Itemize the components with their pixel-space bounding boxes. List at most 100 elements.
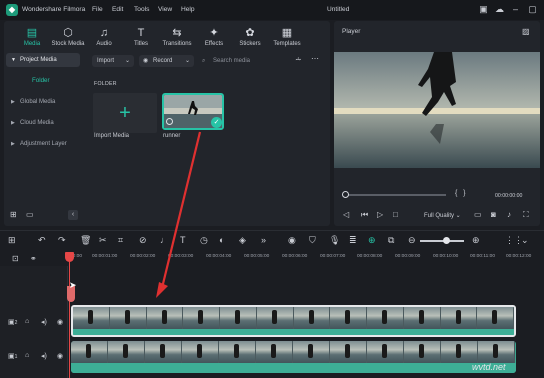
split-icon[interactable]: ✂ [99,235,107,246]
maximize-icon[interactable]: ▢ [527,4,538,15]
eye-icon[interactable]: ◉ [57,318,63,326]
shield-icon[interactable]: ⛉ [309,235,316,246]
link-icon[interactable]: ⚭ [30,254,37,263]
chevron-down-icon[interactable]: ⌄ [521,235,529,246]
tab-titles[interactable]: T Titles [121,27,161,53]
speaker-icon[interactable]: ◂) [41,352,47,360]
runner-clip-track-2[interactable] [71,305,516,337]
add-track-icon[interactable]: ⊡ [12,254,19,263]
preview-frame [334,52,540,168]
player-scrubber[interactable] [342,191,349,198]
render-icon[interactable]: ◉ [288,235,296,246]
more-tools-icon[interactable]: » [261,235,266,245]
save-icon[interactable]: ▣ [478,4,489,15]
disable-icon[interactable]: ⊘ [139,235,147,246]
menu-edit[interactable]: Edit [112,6,123,13]
playhead-line[interactable] [69,252,70,378]
tab-audio[interactable]: ♫ Audio [84,27,124,53]
layers-icon[interactable]: ≣ [349,235,357,246]
folder-icon[interactable]: ▭ [26,210,34,219]
marker-icon[interactable]: ⧉ [388,235,394,246]
player-preview [334,52,540,168]
eye-icon[interactable]: ◉ [57,352,63,360]
new-folder-icon[interactable]: ⊞ [10,210,17,219]
mouse-cursor-icon: ➤ [69,280,77,290]
record-icon: ◉ [143,58,149,64]
grid-icon[interactable]: ⊞ [8,235,16,246]
prev-frame-icon[interactable]: ◁ [343,210,349,219]
music-icon: ♫ [99,27,109,39]
color-icon[interactable]: ◐ [219,235,224,245]
filmora-logo-icon: ◆ [6,4,18,16]
menu-tools[interactable]: Tools [134,6,149,13]
tab-transitions[interactable]: ⇆ Transitions [157,27,197,53]
volume-icon[interactable]: ♪ [507,210,511,219]
tab-effects[interactable]: ✦ Effects [194,27,234,53]
transition-icon: ⇆ [172,27,182,39]
zoom-slider[interactable] [420,240,464,242]
microphone-icon[interactable]: 🎙 [329,235,340,246]
undo-icon[interactable]: ↶ [38,235,46,246]
snap-icon[interactable]: ⊕ [368,235,376,246]
snapshot-icon[interactable]: ▨ [522,27,530,36]
keyframe-icon[interactable]: ◈ [239,235,246,246]
runner-clip-track-1[interactable] [71,341,516,373]
video-track-icon: ▣1 [8,353,18,360]
zoom-slider-thumb[interactable] [443,237,450,244]
quality-dropdown[interactable]: Full Quality ⌄ [424,212,461,219]
tab-media[interactable]: ▤ Media [12,27,52,53]
player-progress-bar[interactable] [346,194,446,196]
more-icon[interactable]: ⋯ [311,54,319,63]
folder-heading: FOLDER [94,81,117,87]
fullscreen-icon[interactable]: ⛶ [523,210,529,220]
caret-right-icon: ▶ [11,99,15,105]
crop-icon[interactable]: ⌗ [118,235,123,246]
text-icon: T [137,27,145,39]
menu-view[interactable]: View [158,6,172,13]
tab-stickers[interactable]: ✿ Stickers [230,27,270,53]
zoom-out-icon[interactable]: ⊖ [408,235,416,246]
effects-icon: ✦ [209,27,219,39]
zoom-in-icon[interactable]: ⊕ [472,235,480,246]
app-name: Wondershare Filmora [22,6,86,13]
redo-icon[interactable]: ↷ [58,235,66,246]
step-back-icon[interactable]: ⏮ [361,210,368,220]
folder-icon[interactable]: ⌂ [25,352,29,359]
minimize-icon[interactable]: – [510,4,521,15]
display-icon[interactable]: ▭ [474,210,482,219]
sidebar-item-adjustment-layer[interactable]: ▶ Adjustment Layer [6,137,80,151]
import-dropdown[interactable]: Import ⌄ [92,55,134,67]
ruler-tick: 00:00:08:00 [357,254,383,259]
speaker-icon[interactable]: ◂) [41,318,47,326]
menu-help[interactable]: Help [181,6,195,13]
record-dropdown[interactable]: ◉ Record ⌄ [139,55,194,67]
player-timecode: 00:00:00:00 [495,193,523,199]
video-track-icon: ▣2 [8,319,18,326]
tab-stock-media[interactable]: ⬡ Stock Media [48,27,88,53]
cloud-icon[interactable]: ☁ [494,4,505,15]
import-media-label: Import Media [94,133,130,139]
document-title: Untitled [327,6,350,13]
filter-icon[interactable]: ⩪ [295,55,302,64]
sidebar-item-global-media[interactable]: ▶ Global Media [6,95,80,109]
tab-templates[interactable]: ▦ Templates [267,27,307,53]
sidebar-item-project-media[interactable]: ▼ Project Media [6,53,80,67]
caret-right-icon: ▶ [11,141,15,147]
play-icon[interactable]: ▷ [377,210,383,219]
delete-icon[interactable]: 🗑 [80,235,91,246]
import-media-tile[interactable]: + [93,93,157,133]
sidebar-item-folder[interactable]: Folder [32,77,50,84]
search-input[interactable]: ⌕ Search media [200,55,286,67]
playhead-handle[interactable] [65,252,74,262]
collapse-sidebar-icon[interactable]: ‹ [68,210,78,220]
in-out-markers[interactable]: { } [455,190,466,197]
camera-icon[interactable]: ◙ [491,210,496,219]
menu-file[interactable]: File [92,6,103,13]
stop-icon[interactable]: □ [393,210,398,219]
ruler-tick: 00:00:12:00 [506,254,532,259]
media-icon: ▤ [26,27,38,39]
ruler-tick: 00:00:05:00 [244,254,270,259]
folder-icon[interactable]: ⌂ [25,318,29,325]
sidebar-item-cloud-media[interactable]: ▶ Cloud Media [6,116,80,130]
checkmark-icon: ✓ [211,117,222,128]
